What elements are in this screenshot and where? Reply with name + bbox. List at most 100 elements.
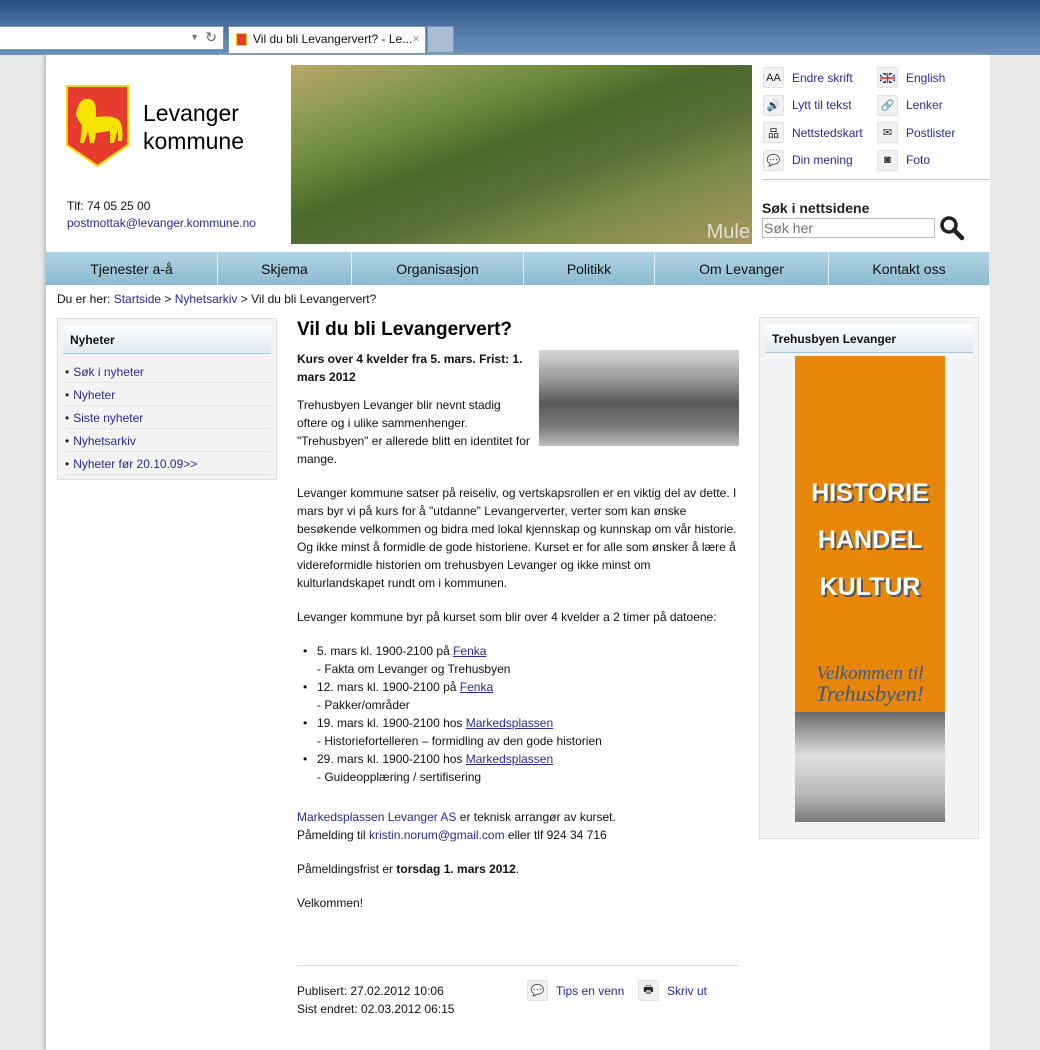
breadcrumb: Du er her: Startside > Nyhetsarkiv > Vil… (57, 292, 376, 306)
paragraph: Levanger kommune satser på reiseliv, og … (297, 486, 737, 590)
sidebar-item[interactable]: Siste nyheter (65, 406, 271, 429)
article-footer: Publisert: 27.02.2012 10:06 Sist endret: … (297, 965, 739, 1016)
signup-suffix: eller tlf 924 34 716 (504, 828, 607, 842)
phone: Tlf: 74 05 25 00 (67, 199, 151, 213)
organizer-text: er teknisk arrangør av kurset. (456, 810, 616, 824)
tool-label: Lytt til tekst (792, 98, 852, 112)
signup-prefix: Påmelding til (297, 828, 370, 842)
envelope-icon: ✉ (877, 122, 898, 143)
session-place-link[interactable]: Markedsplassen (466, 716, 553, 730)
tool-link-endre-skrift[interactable]: AA Endre skrift (763, 67, 853, 88)
town-photo (795, 712, 945, 822)
brand-line-1: Levanger (143, 100, 239, 126)
sidebar-link[interactable]: Nyheter (73, 388, 115, 402)
tool-label: English (906, 70, 946, 85)
dropdown-arrow-icon[interactable]: ▼ (190, 32, 199, 42)
banner-word: HISTORIE (811, 479, 929, 507)
nav-item[interactable]: Politikk (524, 252, 655, 285)
tool-link-english[interactable]: English (877, 67, 945, 88)
breadcrumb-current: Vil du bli Levangervert? (251, 292, 377, 306)
paragraph: Trehusbyen Levanger blir nevnt stadig of… (297, 398, 530, 466)
sidebar-link[interactable]: Siste nyheter (73, 411, 143, 425)
new-tab-button[interactable] (427, 26, 454, 53)
breadcrumb-nyhetsarkiv[interactable]: Nyhetsarkiv (175, 292, 238, 306)
divider (762, 179, 990, 180)
sidebar-title: Nyheter (63, 325, 271, 354)
camera-icon: ◙ (877, 149, 898, 171)
search-icon[interactable] (939, 215, 965, 241)
breadcrumb-startside[interactable]: Startside (114, 292, 161, 306)
nav-item[interactable]: Kontakt oss (829, 252, 990, 285)
tool-link-din-mening[interactable]: 💬 Din mening (763, 149, 853, 171)
banner-word: KULTUR (819, 573, 921, 601)
nav-item[interactable]: Organisasjon (352, 252, 524, 285)
breadcrumb-separator: > (161, 292, 175, 306)
modified-date: Sist endret: 02.03.2012 06:15 (297, 1002, 455, 1016)
news-sidebar: Nyheter Søk i nyheter Nyheter Siste nyhete… (57, 318, 277, 480)
session-place-link[interactable]: Fenka (460, 680, 493, 694)
tool-link-foto[interactable]: ◙ Foto (877, 149, 931, 171)
tool-link-lytt-til-tekst[interactable]: 🔊 Lytt til tekst (763, 94, 852, 116)
article-lead: Kurs over 4 kvelder fra 5. mars. Frist: … (297, 352, 523, 384)
session-place-link[interactable]: Fenka (453, 644, 486, 658)
speech-bubble-icon: 💬 (527, 980, 548, 1001)
sidebar-item[interactable]: Nyheter før 20.10.09>> (65, 452, 271, 475)
deadline-prefix: Påmeldingsfrist er (297, 862, 397, 876)
sidebar-item[interactable]: Nyheter (65, 383, 271, 406)
deadline-date: torsdag 1. mars 2012 (396, 862, 516, 876)
paragraph: Levanger kommune byr på kurset som blir … (297, 610, 717, 624)
published-date: Publisert: 27.02.2012 10:06 (297, 984, 444, 998)
article-title: Vil du bli Levangervert? (297, 319, 513, 340)
refresh-icon[interactable]: ↻ (205, 29, 217, 46)
sidebar-link[interactable]: Nyhetsarkiv (73, 434, 136, 448)
tool-label: Nettstedskart (792, 125, 863, 140)
search-input[interactable] (762, 218, 935, 238)
tips-button[interactable]: 💬 Tips en venn (527, 980, 624, 1001)
close-tab-icon[interactable]: × (412, 31, 420, 46)
signup-email-link[interactable]: kristin.norum@gmail.com (369, 828, 505, 842)
hero-aerial-image: Mule (291, 65, 752, 244)
trehusbyen-banner[interactable]: HISTORIE HANDEL KULTUR Velkommen til Tre… (795, 356, 945, 822)
organizer-link[interactable]: Markedsplassen Levanger AS (297, 810, 456, 824)
sitemap-icon: 品 (763, 122, 784, 143)
address-bar[interactable]: ▼ ↻ (0, 26, 224, 50)
signup-line: Påmelding til kristin.norum@gmail.com el… (297, 826, 739, 844)
tool-link-postlister[interactable]: ✉ Postlister (877, 122, 955, 143)
browser-tab[interactable]: Vil du bli Levangervert? - Le... × (228, 26, 426, 53)
breadcrumb-prefix: Du er her: (57, 292, 114, 306)
email-link[interactable]: postmottak@levanger.kommune.no (67, 216, 256, 230)
speech-bubble-icon: 💬 (763, 149, 784, 171)
sidebar-link[interactable]: Søk i nyheter (73, 365, 144, 379)
main-nav: Tjenester a-å Skjema Organisasjon Politikk O… (46, 252, 990, 285)
session-item: 12. mars kl. 1900-2100 på Fenka - Pakker/… (303, 678, 739, 714)
print-label: Skriv ut (667, 983, 708, 998)
brand-line-2: kommune (143, 128, 244, 154)
tool-link-lenker[interactable]: 🔗 Lenker (877, 94, 943, 116)
session-time: 19. mars kl. 1900-2100 hos (317, 716, 466, 730)
print-button[interactable]: 🖶 Skriv ut (638, 980, 707, 1001)
article: Vil du bli Levangervert? Kurs over 4 kve… (297, 318, 739, 928)
coat-of-arms-logo[interactable] (66, 85, 129, 167)
nav-item[interactable]: Tjenester a-å (46, 252, 218, 285)
session-place-link[interactable]: Markedsplassen (466, 752, 553, 766)
sidebar-item[interactable]: Søk i nyheter (65, 360, 271, 383)
tool-label: Foto (906, 153, 931, 167)
tool-link-nettstedskart[interactable]: 品 Nettstedskart (763, 122, 863, 143)
nav-item[interactable]: Skjema (218, 252, 352, 285)
session-item: 5. mars kl. 1900-2100 på Fenka - Fakta om… (303, 642, 739, 678)
organizer-line: Markedsplassen Levanger AS er teknisk ar… (297, 808, 739, 826)
sidebar-link[interactable]: Nyheter før 20.10.09>> (73, 457, 197, 471)
sidebar-item[interactable]: Nyhetsarkiv (65, 429, 271, 452)
search-title: Søk i nettsidene (762, 200, 870, 216)
nav-item[interactable]: Om Levanger (655, 252, 829, 285)
session-item: 29. mars kl. 1900-2100 hos Markedsplasse… (303, 750, 739, 786)
session-time: 5. mars kl. 1900-2100 på (317, 644, 454, 658)
session-topic: - Fakta om Levanger og Trehusbyen (317, 662, 511, 676)
tool-label: Din mening (792, 153, 853, 167)
site-title[interactable]: Levanger kommune (143, 99, 244, 155)
session-item: 19. mars kl. 1900-2100 hos Markedsplasse… (303, 714, 739, 750)
tool-label: Postlister (906, 125, 956, 140)
session-time: 12. mars kl. 1900-2100 på (317, 680, 460, 694)
banner-script: Trehusbyen! (816, 681, 924, 706)
page: Levanger kommune Tlf: 74 05 25 00 postmott… (46, 55, 990, 1050)
